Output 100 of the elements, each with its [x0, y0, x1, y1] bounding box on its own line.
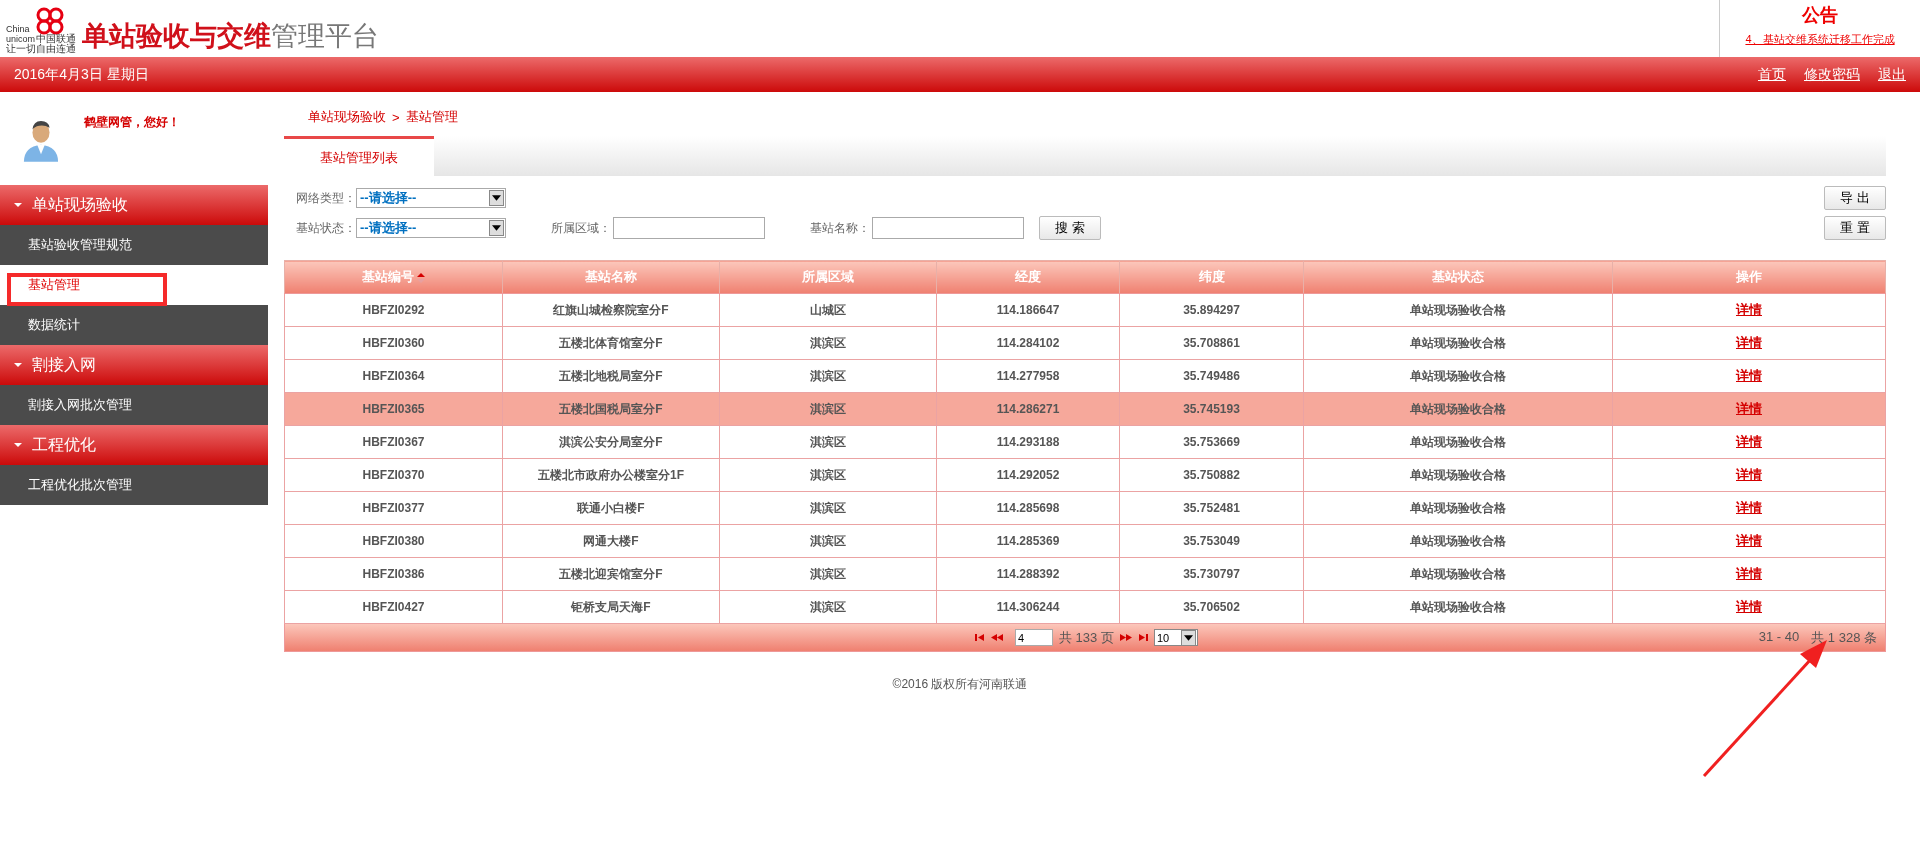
table-cell: HBFZI0380 [284, 524, 503, 558]
page-input[interactable]: 4 [1015, 629, 1053, 646]
detail-link[interactable]: 详情 [1736, 368, 1762, 383]
table-cell: 山城区 [719, 293, 937, 327]
input-field[interactable] [872, 217, 1024, 239]
app-title: 单站验收与交维 [82, 20, 271, 51]
menu-item[interactable]: 数据统计 [0, 305, 268, 345]
next-page-icon[interactable] [1119, 634, 1132, 641]
table-cell: 35.894297 [1119, 293, 1304, 327]
table-cell: 五楼北迎宾馆室分F [502, 557, 720, 591]
top-link[interactable]: 修改密码 [1804, 65, 1860, 84]
detail-link[interactable]: 详情 [1736, 566, 1762, 581]
page-size-select[interactable]: 10 [1153, 629, 1198, 646]
dropdown-icon[interactable] [492, 195, 501, 201]
table-cell: 钜桥支局天海F [502, 590, 720, 624]
top-link[interactable]: 首页 [1758, 65, 1786, 84]
total-count: 共 1 328 条 [1811, 628, 1877, 647]
range-text: 31 - 40 [1758, 628, 1800, 646]
table-cell: 114.186647 [936, 293, 1120, 327]
notice-link[interactable]: 4、基站交维系统迁移工作完成 [1745, 32, 1895, 47]
select-field[interactable]: --请选择-- [356, 218, 506, 238]
table-cell: 114.292052 [936, 458, 1120, 492]
table-cell: 35.745193 [1119, 392, 1304, 426]
first-page-icon[interactable] [975, 634, 985, 641]
last-page-icon[interactable] [1137, 634, 1148, 641]
logo-text: 中国联通 [36, 33, 76, 44]
table-cell: HBFZI0370 [284, 458, 503, 492]
input-field[interactable] [613, 217, 765, 239]
detail-link[interactable]: 详情 [1736, 335, 1762, 350]
table-cell: 单站现场验收合格 [1303, 557, 1613, 591]
menu-item[interactable]: 割接入网批次管理 [0, 385, 268, 425]
table-cell: 淇滨区 [719, 326, 937, 360]
breadcrumb-link[interactable]: 单站现场验收 [308, 108, 386, 126]
table-cell: 114.285369 [936, 524, 1120, 558]
detail-link[interactable]: 详情 [1736, 467, 1762, 482]
menu-group-header[interactable]: 单站现场验收 [0, 185, 268, 225]
detail-link[interactable]: 详情 [1736, 599, 1762, 614]
tab[interactable]: 基站管理列表 [284, 136, 434, 176]
table-cell: 五楼北地税局室分F [502, 359, 720, 393]
menu-item[interactable]: 基站验收管理规范 [0, 225, 268, 265]
logo-slogan: 让一切自由连通 [6, 43, 76, 54]
table-cell: 35.706502 [1119, 590, 1304, 624]
filter-label: 网络类型： [296, 189, 356, 207]
detail-link[interactable]: 详情 [1736, 500, 1762, 515]
table-cell: HBFZI0386 [284, 557, 503, 591]
search-button[interactable]: 搜 索 [1039, 216, 1101, 240]
select-field[interactable]: --请选择-- [356, 188, 506, 208]
table-cell: 35.708861 [1119, 326, 1304, 360]
table-cell: 114.293188 [936, 425, 1120, 459]
table-cell: 114.306244 [936, 590, 1120, 624]
table-cell: 五楼北市政府办公楼室分1F [502, 458, 720, 492]
menu-item[interactable]: 工程优化批次管理 [0, 465, 268, 505]
breadcrumb-current: 基站管理 [405, 108, 458, 126]
menu-group-header[interactable]: 割接入网 [0, 345, 268, 385]
table-cell: 淇滨公安分局室分F [502, 425, 720, 459]
table-cell: 淇滨区 [719, 491, 937, 525]
filter-label: 基站状态： [296, 219, 356, 237]
menu-group-header[interactable]: 工程优化 [0, 425, 268, 465]
table-cell: HBFZI0292 [284, 293, 503, 327]
table-cell: 单站现场验收合格 [1303, 326, 1613, 360]
logo-text: unicom [6, 33, 35, 44]
table-cell: 淇滨区 [719, 524, 937, 558]
detail-link[interactable]: 详情 [1736, 533, 1762, 548]
table-cell: 114.277958 [936, 359, 1120, 393]
table-cell: 单站现场验收合格 [1303, 359, 1613, 393]
caret-icon [14, 362, 22, 368]
table-cell: 淇滨区 [719, 590, 937, 624]
detail-link[interactable]: 详情 [1736, 401, 1762, 416]
table-cell: HBFZI0377 [284, 491, 503, 525]
previous-page-icon[interactable] [991, 634, 1003, 641]
dropdown-icon[interactable] [1183, 634, 1193, 641]
detail-link[interactable]: 详情 [1736, 302, 1762, 317]
table-cell: HBFZI0427 [284, 590, 503, 624]
dropdown-icon[interactable] [492, 225, 501, 231]
detail-link[interactable]: 详情 [1736, 434, 1762, 449]
table-cell: 35.753669 [1119, 425, 1304, 459]
logo-text: China [6, 23, 31, 34]
table-cell: 淇滨区 [719, 392, 937, 426]
table-cell: 淇滨区 [719, 557, 937, 591]
table-cell: 淇滨区 [719, 458, 937, 492]
table-cell: 114.286271 [936, 392, 1120, 426]
export-button[interactable]: 导 出 [1824, 186, 1886, 210]
table-cell: 单站现场验收合格 [1303, 458, 1613, 492]
table-cell: HBFZI0365 [284, 392, 503, 426]
filter-label: 基站名称： [810, 219, 870, 237]
caret-icon [14, 442, 22, 448]
reset-button[interactable]: 重 置 [1824, 216, 1886, 240]
table-cell: 单站现场验收合格 [1303, 491, 1613, 525]
notice-title: 公告 [1801, 4, 1839, 27]
table-cell: 五楼北国税局室分F [502, 392, 720, 426]
table-cell: 114.285698 [936, 491, 1120, 525]
top-link[interactable]: 退出 [1878, 65, 1906, 84]
filter-label: 所属区域： [551, 219, 611, 237]
table-cell: 35.752481 [1119, 491, 1304, 525]
table-cell: 35.750882 [1119, 458, 1304, 492]
date-text: 2016年4月3日 星期日 [14, 65, 149, 84]
table-cell: 联通小白楼F [502, 491, 720, 525]
table-cell: 单站现场验收合格 [1303, 392, 1613, 426]
greeting-text: 鹤壁网管，您好！ [84, 114, 180, 131]
table-cell: 五楼北体育馆室分F [502, 326, 720, 360]
